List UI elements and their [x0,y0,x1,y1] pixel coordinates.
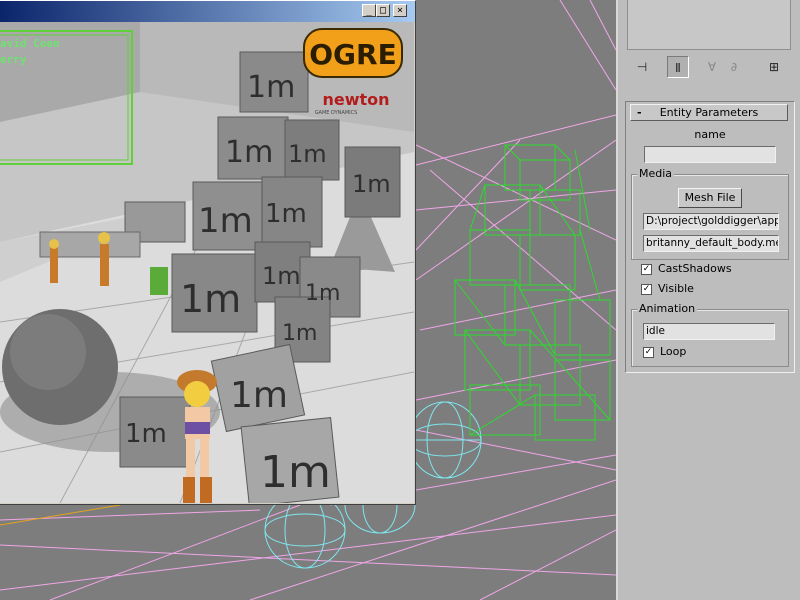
close-button[interactable]: × [393,4,407,17]
remove-modifier-icon[interactable]: ∂ [723,56,745,78]
svg-text:1m: 1m [225,135,273,170]
visible-checkbox[interactable]: ✓ [641,284,652,295]
ogre-logo: OGRE [303,28,403,78]
animation-group: Animation idle ✓ Loop [631,302,789,367]
modifier-stack-list[interactable] [627,0,791,50]
animation-group-title: Animation [637,302,698,315]
rendered-scene: 1m 1m 1m 1m 1m 1m 1m 1m 1m 1m 1m 1m 1m O… [0,22,414,503]
media-group-title: Media [637,167,675,180]
svg-text:1m: 1m [247,70,295,105]
stack-toolbar: ⊣ Ⅱ ∀ ∂ ⊞ [627,56,797,80]
overlay-credit-line-2: erry [0,53,27,66]
minimize-button[interactable]: _ [362,4,376,17]
name-field[interactable] [644,146,776,163]
svg-text:1m: 1m [282,321,317,346]
collapse-icon[interactable]: - [637,105,642,120]
svg-text:GAME DYNAMICS: GAME DYNAMICS [315,110,358,116]
funnel-icon[interactable]: ∀ [701,56,723,78]
visible-label: Visible [658,282,694,295]
svg-text:OGRE: OGRE [309,38,396,71]
svg-text:1m: 1m [230,375,288,416]
green-wire-boxes [454,144,611,441]
mesh-file-field[interactable]: britanny_default_body.mes [643,235,779,252]
render-viewport[interactable]: 1m 1m 1m 1m 1m 1m 1m 1m 1m 1m 1m 1m 1m O… [0,22,414,503]
loop-label: Loop [660,345,687,358]
svg-text:1m: 1m [198,201,253,241]
svg-text:1m: 1m [262,262,301,290]
overlay-credit-line-1: avid Coen [0,37,60,50]
cast-shadows-label: CastShadows [658,262,732,275]
svg-text:newton: newton [322,90,389,109]
configure-icon[interactable]: ⊞ [763,56,785,78]
rollout-title: Entity Parameters [659,106,759,119]
command-panel: ⊣ Ⅱ ∀ ∂ ⊞ Entity Parameters - name Media… [616,0,800,600]
svg-text:1m: 1m [180,277,241,321]
pin-icon[interactable]: ⊣ [631,56,653,78]
cast-shadows-checkbox[interactable]: ✓ [641,264,652,275]
window-titlebar[interactable]: _ □ × [0,1,415,22]
svg-text:1m: 1m [305,281,340,306]
maximize-button[interactable]: □ [376,4,390,17]
rollout-header[interactable]: Entity Parameters - [630,104,788,121]
svg-text:1m: 1m [352,170,391,198]
ogre-render-window[interactable]: _ □ × 1m 1m 1m 1m 1m 1m 1m 1m 1m 1m 1m 1… [0,0,416,505]
animation-name-field[interactable]: idle [643,323,775,340]
name-label: name [694,128,726,141]
mesh-file-button[interactable]: Mesh File [678,188,742,208]
modifier-stack-icon[interactable]: Ⅱ [667,56,689,78]
svg-text:1m: 1m [125,419,167,449]
entity-parameters-rollout: Entity Parameters - name Media Mesh File… [625,101,795,373]
svg-text:1m: 1m [260,447,331,498]
media-group: Media Mesh File D:\project\golddigger\ap… [631,167,789,260]
svg-text:1m: 1m [265,199,307,229]
loop-checkbox[interactable]: ✓ [643,347,654,358]
svg-text:1m: 1m [288,140,327,168]
project-path-field[interactable]: D:\project\golddigger\app [643,213,779,230]
